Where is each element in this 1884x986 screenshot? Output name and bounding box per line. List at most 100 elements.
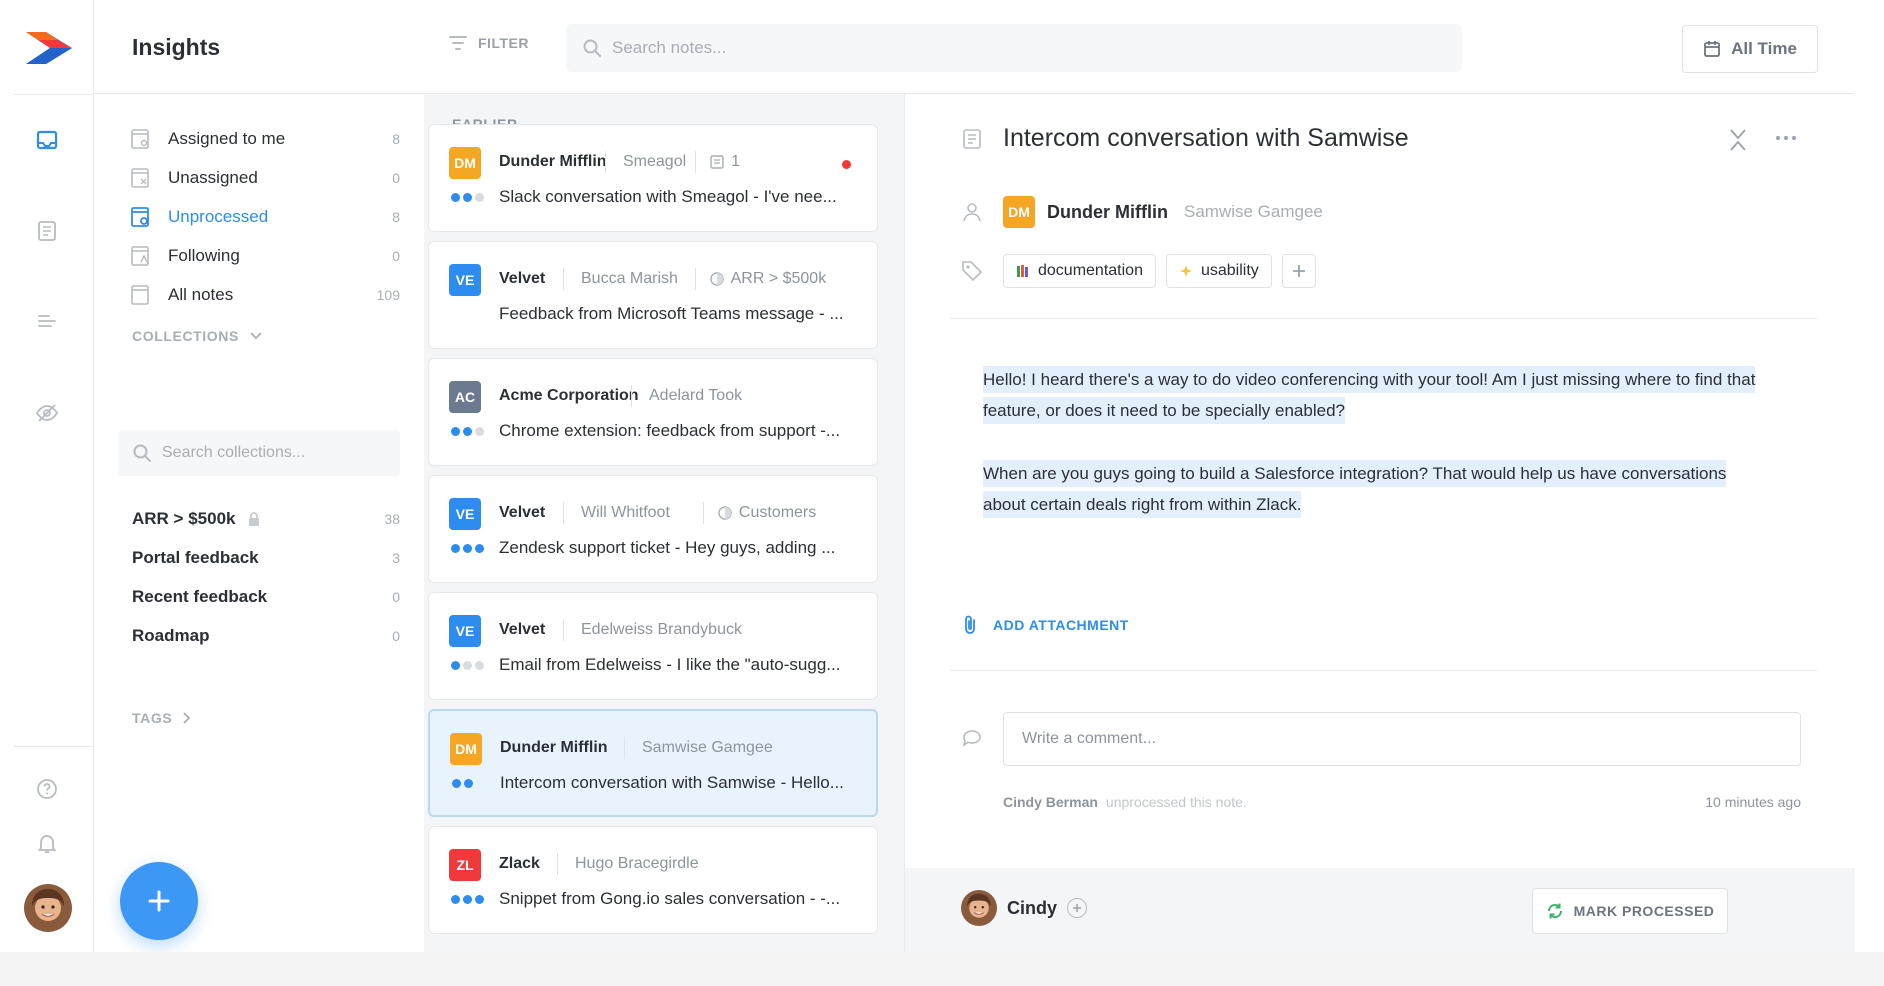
note-company: Dunder Mifflin	[499, 153, 607, 170]
separator	[563, 268, 564, 290]
assignee-avatar[interactable]	[961, 890, 997, 926]
note-paragraph: Hello! I heard there's a way to do video…	[983, 364, 1765, 426]
filter-button[interactable]: FILTER	[448, 34, 529, 52]
progress-dot	[475, 427, 484, 436]
note-company: Zlack	[499, 855, 540, 872]
collections-header[interactable]: COLLECTIONS	[132, 328, 263, 344]
add-attachment-button[interactable]: ADD ATTACHMENT	[961, 614, 1129, 636]
note-contact: Edelweiss Brandybuck	[581, 621, 742, 638]
sidebar-item-unassigned[interactable]: Unassigned 0	[130, 163, 400, 193]
tag-label: usability	[1200, 262, 1259, 279]
note-contact: Bucca Marish	[581, 270, 678, 287]
collection-item-portal-feedback[interactable]: Portal feedback 3	[132, 543, 400, 573]
tag-icon	[962, 261, 983, 282]
sidebar-item-assigned[interactable]: Assigned to me 8	[130, 124, 400, 154]
company-name[interactable]: Dunder Mifflin	[1047, 202, 1168, 223]
tags-header[interactable]: TAGS	[132, 710, 192, 726]
tag-documentation[interactable]: documentation	[1003, 254, 1156, 288]
assignee-name[interactable]: Cindy	[1007, 898, 1057, 919]
mark-processed-label: MARK PROCESSED	[1573, 903, 1715, 919]
sidebar-item-label: All notes	[168, 285, 234, 304]
collection-count: 38	[384, 511, 400, 527]
activity-action: unprocessed this note.	[1105, 794, 1247, 810]
note-meta: Customers	[717, 504, 816, 522]
separator	[563, 502, 564, 524]
progress-dot	[451, 661, 460, 670]
company-badge: AC	[449, 381, 481, 413]
unread-dot	[842, 160, 851, 169]
sidebar-item-count: 0	[392, 170, 400, 186]
activity-entry: Cindy Berman unprocessed this note.	[1003, 794, 1247, 810]
collection-item-arr[interactable]: ARR > $500k 38	[132, 504, 400, 534]
note-contact: Will Whitfoot	[581, 504, 670, 521]
add-assignee-button[interactable]	[1067, 898, 1087, 918]
books-icon	[1017, 265, 1028, 277]
progress-dot	[475, 193, 484, 202]
app-logo[interactable]	[24, 28, 74, 68]
add-tag-button[interactable]	[1281, 254, 1316, 288]
note-meta-text: ARR > $500k	[730, 270, 827, 287]
progress-dots	[451, 661, 484, 670]
progress-dot	[451, 193, 460, 202]
company-badge: DM	[450, 733, 482, 765]
note-card[interactable]: AC Acme Corporation Adelard Took Chrome ext…	[428, 358, 878, 466]
rail-divider	[14, 94, 94, 95]
user-avatar[interactable]	[24, 884, 72, 932]
collection-item-roadmap[interactable]: Roadmap 0	[132, 621, 400, 651]
note-preview: Feedback from Microsoft Teams message - …	[499, 304, 844, 323]
hidden-eye-icon[interactable]	[32, 398, 62, 428]
search-notes-box[interactable]	[566, 24, 1462, 72]
collapse-icon[interactable]	[1727, 128, 1749, 152]
search-notes-input[interactable]	[612, 38, 1412, 58]
progress-dot	[475, 544, 484, 553]
search-icon	[583, 39, 601, 57]
help-icon[interactable]	[32, 774, 62, 804]
collection-item-recent-feedback[interactable]: Recent feedback 0	[132, 582, 400, 612]
note-card[interactable]: VE Velvet Bucca Marish ARR > $500k Feedback …	[428, 241, 878, 349]
add-note-button[interactable]	[120, 862, 198, 940]
note-card[interactable]: DM Dunder Mifflin Samwise Gamgee Intercom c…	[428, 709, 878, 817]
page-title: Insights	[132, 34, 221, 60]
contact-name[interactable]: Samwise Gamgee	[1184, 202, 1323, 222]
note-card[interactable]: ZL Zlack Hugo Bracegirdle Snippet from Gong…	[428, 826, 878, 934]
search-collections-input[interactable]	[162, 444, 382, 462]
note-preview: Intercom conversation with Samwise - Hel…	[500, 773, 844, 792]
tag-usability[interactable]: usability	[1165, 254, 1272, 288]
comment-input[interactable]	[1003, 712, 1801, 766]
separator	[694, 268, 696, 290]
mark-processed-button[interactable]: MARK PROCESSED	[1532, 888, 1728, 934]
note-meta: 1	[709, 153, 740, 171]
separator	[563, 619, 564, 641]
progress-dots	[452, 779, 473, 788]
progress-dot	[464, 779, 473, 788]
progress-dot	[452, 779, 461, 788]
collection-count: 0	[392, 628, 400, 644]
note-paragraph-text: When are you guys going to build a Sales…	[983, 460, 1727, 518]
time-range-button[interactable]: All Time	[1682, 25, 1818, 73]
progress-dot	[451, 427, 460, 436]
more-options-icon[interactable]	[1773, 128, 1799, 148]
note-card[interactable]: VE Velvet Will Whitfoot Customers Zendesk su…	[428, 475, 878, 583]
roadmap-icon[interactable]	[32, 306, 62, 336]
notes-icon[interactable]	[32, 216, 62, 246]
note-preview: Slack conversation with Smeagol - I've n…	[499, 187, 837, 206]
note-icon	[963, 129, 981, 149]
collection-label: Portal feedback	[132, 548, 259, 567]
bottom-shadow-strip	[0, 952, 1884, 986]
collections-label: COLLECTIONS	[132, 328, 239, 344]
lock-icon	[249, 512, 260, 526]
note-card[interactable]: VE Velvet Edelweiss Brandybuck Email from E…	[428, 592, 878, 700]
note-card[interactable]: DM Dunder Mifflin Smeagol 1 Slack conversati…	[428, 124, 878, 232]
search-collections-box[interactable]	[118, 430, 400, 476]
sidebar-item-unprocessed[interactable]: Unprocessed 8	[130, 202, 400, 232]
note-company: Acme Corporation	[499, 387, 639, 404]
sidebar-item-following[interactable]: Following 0	[130, 241, 400, 271]
sidebar-item-all-notes[interactable]: All notes 109	[130, 280, 400, 310]
bell-icon[interactable]	[32, 828, 62, 858]
inbox-assigned-icon	[130, 128, 152, 150]
sidebar-item-label: Following	[168, 246, 240, 265]
insights-icon[interactable]	[32, 126, 62, 156]
collection-count: 3	[392, 550, 400, 566]
progress-dots	[451, 895, 484, 904]
progress-dots	[451, 427, 484, 436]
